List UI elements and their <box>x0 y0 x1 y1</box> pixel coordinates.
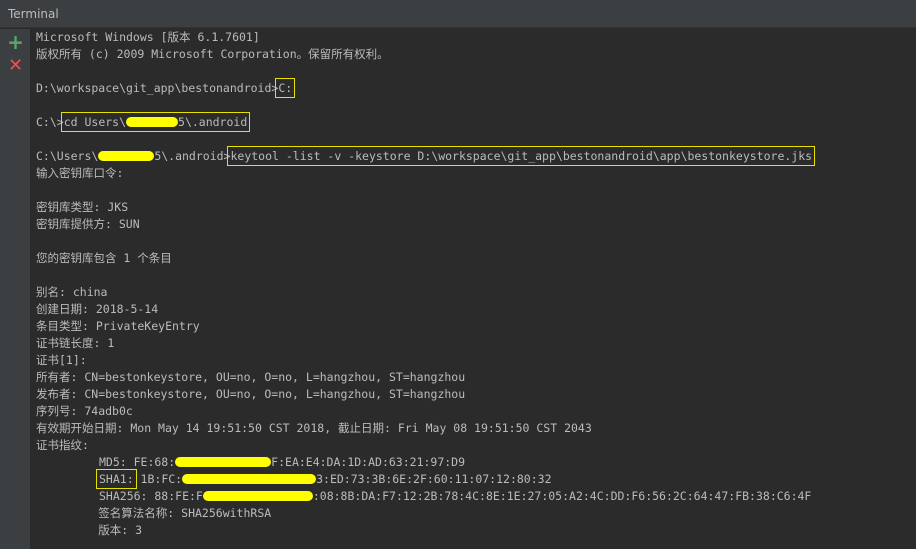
close-icon[interactable]: ✕ <box>6 55 25 76</box>
terminal-title-bar: Terminal <box>0 0 916 28</box>
output-line: 签名算法名称: SHA256withRSA <box>36 506 272 520</box>
output-line: 创建日期: 2018-5-14 <box>36 302 159 316</box>
output-line: 条目类型: PrivateKeyEntry <box>36 319 200 333</box>
output-line: Microsoft Windows [版本 6.1.7601] <box>36 30 260 44</box>
output-line: 密钥库提供方: SUN <box>36 217 140 231</box>
redaction-mark <box>98 150 155 161</box>
window-title: Terminal <box>8 7 59 21</box>
command-line: C:\>cd Users\ 5\.android <box>36 112 251 132</box>
md5-line: MD5: FE:68: F:EA:E4:DA:1D:AD:63:21:97:D9 <box>99 455 466 469</box>
redaction-mark <box>182 473 317 484</box>
output-line: 版权所有 (c) 2009 Microsoft Corporation。保留所有… <box>36 47 389 61</box>
terminal-output[interactable]: Microsoft Windows [版本 6.1.7601] 版权所有 (c)… <box>32 29 916 549</box>
output-line: 您的密钥库包含 1 个条目 <box>36 251 172 265</box>
output-line: 序列号: 74adb0c <box>36 404 133 418</box>
output-line: 密钥库类型: JKS <box>36 200 129 214</box>
prompt: C:\> <box>36 115 64 129</box>
command-line: D:\workspace\git_app\bestonandroid>C: <box>36 78 296 98</box>
terminal-toolbar: + ✕ <box>0 29 31 549</box>
output-line: 别名: china <box>36 285 108 299</box>
plus-icon[interactable]: + <box>6 30 25 54</box>
redaction-mark <box>202 490 313 501</box>
sha1-line: SHA1: 1B:FC: 3:ED:73:3B:6E:2F:60:11:07:12… <box>96 469 552 489</box>
redaction-mark <box>175 456 272 467</box>
highlighted-command: C: <box>275 78 296 98</box>
output-line: 有效期开始日期: Mon May 14 19:51:50 CST 2018, 截… <box>36 421 592 435</box>
output-line: 证书[1]: <box>36 353 87 367</box>
sha256-line: SHA256: 88:FE:F:08:8B:DA:F7:12:2B:78:4C:… <box>99 489 812 503</box>
command-line: C:\Users\ 5\.android>keytool -list -v -ke… <box>36 146 816 166</box>
prompt: D:\workspace\git_app\bestonandroid> <box>36 81 279 95</box>
output-line: 输入密钥库口令: <box>36 166 124 180</box>
output-line: 所有者: CN=bestonkeystore, OU=no, O=no, L=h… <box>36 370 466 384</box>
output-line: 发布者: CN=bestonkeystore, OU=no, O=no, L=h… <box>36 387 466 401</box>
prompt: C:\Users\ 5\.android> <box>36 149 231 163</box>
output-line: 证书指纹: <box>36 438 89 452</box>
sha1-label: SHA1: <box>96 469 137 489</box>
highlighted-command: keytool -list -v -keystore D:\workspace\… <box>227 146 816 166</box>
output-line: 版本: 3 <box>36 523 143 537</box>
redaction-mark <box>126 116 179 127</box>
output-line: 证书链长度: 1 <box>36 336 115 350</box>
highlighted-command: cd Users\ 5\.android <box>60 112 251 132</box>
